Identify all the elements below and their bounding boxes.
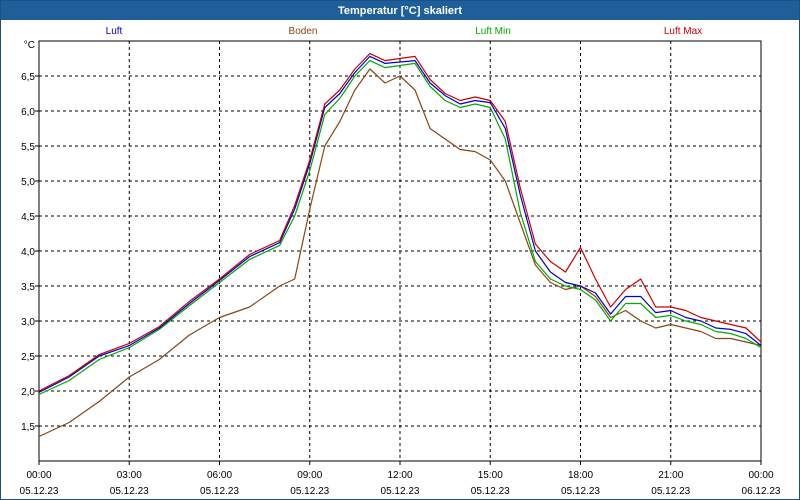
- y-tick-label: 1,5: [21, 422, 35, 433]
- y-tick-label: 3,5: [21, 282, 35, 293]
- y-tick-label: 2,0: [21, 387, 35, 398]
- y-tick-label: 6,0: [21, 107, 35, 118]
- x-tick-date-label: 05.12.23: [290, 486, 329, 497]
- x-tick-time-label: 00:00: [26, 470, 51, 481]
- x-tick-date-label: 05.12.23: [471, 486, 510, 497]
- x-tick-time-label: 21:00: [658, 470, 683, 481]
- y-tick-label: 3,0: [21, 317, 35, 328]
- y-tick-label: 5,5: [21, 142, 35, 153]
- plot-area: 1,5 2,0 2,5 3,0 3,5 4,0 4,5 5,0 5,5 6,0 6,5 °C 00:00…: [20, 40, 781, 497]
- x-tick-time-label: 15:00: [478, 470, 503, 481]
- x-tick-date-label: 05.12.23: [561, 486, 600, 497]
- x-tick-date-label: 05.12.23: [110, 486, 149, 497]
- x-tick-date-label: 05.12.23: [200, 486, 239, 497]
- x-tick-date-label: 05.12.23: [381, 486, 420, 497]
- x-tick-time-label: 03:00: [117, 470, 142, 481]
- x-tick-time-label: 06:00: [207, 470, 232, 481]
- x-tick-date-label: 05.12.23: [651, 486, 690, 497]
- x-tick-time-label: 09:00: [297, 470, 322, 481]
- x-tick-date-label: 06.12.23: [742, 486, 781, 497]
- x-tick-date-label: 05.12.23: [20, 486, 59, 497]
- chart-window: Temperatur [°C] skaliert Luft Boden Luft…: [0, 0, 800, 500]
- y-tick-label: 2,5: [21, 352, 35, 363]
- x-tick-time-label: 00:00: [748, 470, 773, 481]
- y-tick-label: 5,0: [21, 177, 35, 188]
- y-tick-label: 6,5: [21, 72, 35, 83]
- x-tick-time-label: 18:00: [568, 470, 593, 481]
- y-axis-label: °C: [24, 40, 35, 51]
- y-tick-label: 4,5: [21, 212, 35, 223]
- y-tick-label: 4,0: [21, 247, 35, 258]
- x-tick-time-label: 12:00: [387, 470, 412, 481]
